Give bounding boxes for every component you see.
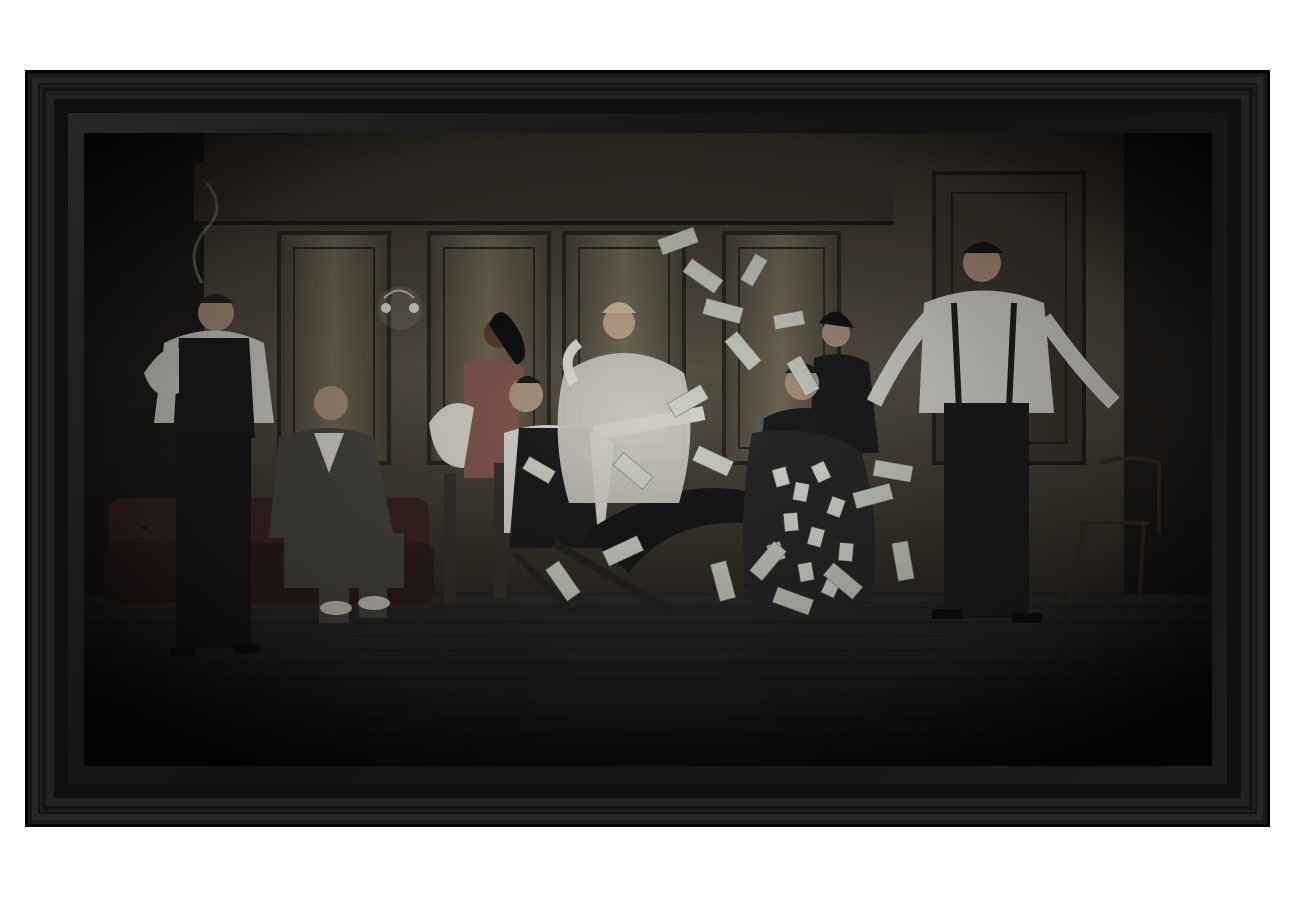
framed-photograph [84,133,1212,766]
vignette [84,133,1212,766]
